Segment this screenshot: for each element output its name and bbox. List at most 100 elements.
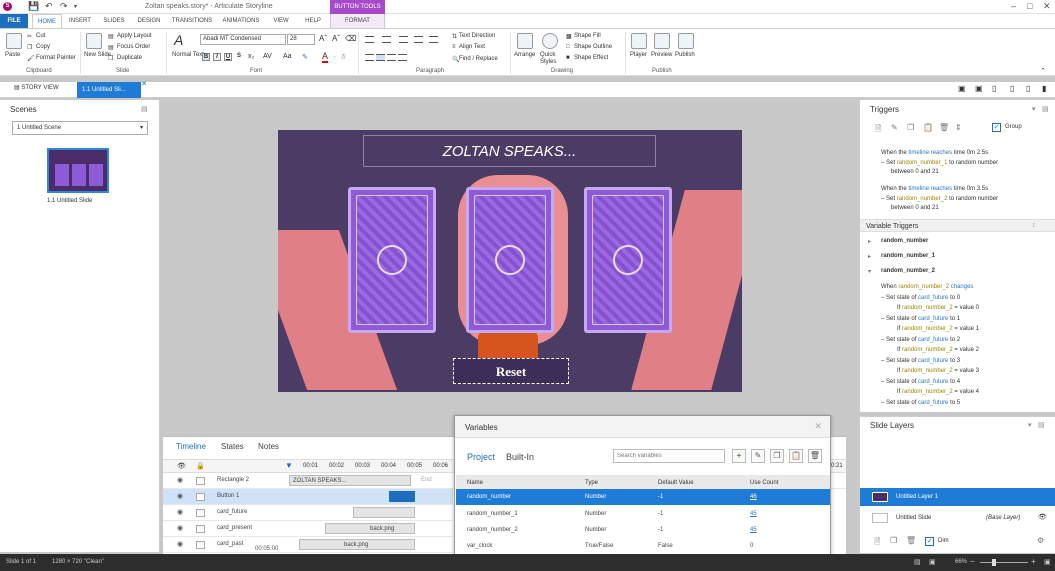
timeline-row[interactable]: ◉ card_future [163,505,453,521]
focus-order-button[interactable]: Focus Order [117,44,150,50]
font-family-select[interactable]: Abadi MT Condensed [200,34,286,45]
paste-trigger-icon[interactable]: 📋 [923,123,933,132]
new-trigger-icon[interactable]: 🗎 [875,123,881,137]
trigger-condition[interactable]: When the timeline reaches time 0m 2.5s [881,150,988,156]
apply-layout-button[interactable]: Apply Layout [117,33,152,39]
clear-format-icon[interactable]: ⌫ [345,34,356,43]
preview-icon[interactable] [654,33,670,49]
arrange-icon[interactable] [517,33,533,49]
group-checkbox[interactable]: ✓ [992,123,1001,132]
tablet-icon[interactable]: ▯ [992,84,996,93]
decrease-indent-icon[interactable] [399,36,408,43]
eye-icon[interactable]: ◉ [177,524,183,532]
zoom-in-icon[interactable]: + [1031,557,1036,566]
tab-format[interactable]: FORMAT [330,14,385,28]
tab-story-view[interactable]: ▤ STORY VIEW [14,84,59,91]
tab-notes[interactable]: Notes [258,442,279,451]
layer-row[interactable]: Untitled Slide (Base Layer) 👁 [860,509,1055,527]
card-past[interactable] [348,187,436,333]
lock-checkbox[interactable] [196,541,205,549]
state-trigger-action[interactable]: – Set state of card_future to 0 [881,295,960,301]
font-color-icon[interactable]: A [322,51,329,63]
format-painter-button[interactable]: Format Painter [36,55,76,61]
search-variables-input[interactable] [613,449,725,463]
use-count-link[interactable]: 45 [750,522,757,538]
preview-button[interactable]: Preview [651,52,672,58]
shrink-font-icon[interactable]: Aˇ [332,34,340,43]
view-icon[interactable]: ▤ [914,558,921,566]
copy-button[interactable]: Copy [36,44,50,50]
quick-styles-button[interactable]: Quick Styles [540,52,562,66]
paste-variable-icon[interactable]: 📋 [789,449,803,463]
tab-help[interactable]: HELP [300,14,326,28]
layout-alt-icon[interactable]: ▣ [975,84,983,93]
player-button[interactable]: Player [630,52,647,58]
player-icon[interactable] [631,33,647,49]
layout-icon[interactable]: ▣ [958,84,966,93]
tab-states[interactable]: States [221,442,244,451]
trigger-condition[interactable]: When the timeline reaches time 0m 3.5s [881,186,988,192]
chevron-down-icon[interactable]: ▾ [868,268,871,275]
strikethrough-icon[interactable]: S [235,53,243,61]
new-layer-icon[interactable]: 🗎 [874,536,880,550]
chevron-right-icon[interactable]: ▸ [868,238,871,245]
lock-checkbox[interactable] [196,525,205,533]
slide-title[interactable]: ZOLTAN SPEAKS... [363,135,656,167]
phone-portrait-icon[interactable]: ▮ [1042,84,1046,93]
paste-icon[interactable] [6,33,22,49]
undock-icon[interactable]: ▤ [1042,105,1049,113]
eye-icon[interactable]: ◉ [177,492,183,500]
state-trigger-action[interactable]: – Set state of card_future to 5 [881,400,960,406]
reset-button[interactable]: Reset [453,358,569,384]
timeline-row[interactable]: ◉ Button 1 [163,489,453,505]
zoom-out-icon[interactable]: − [970,557,975,566]
card-present[interactable] [466,187,554,333]
tab-built-in[interactable]: Built-In [506,452,534,462]
underline-button[interactable]: U [224,53,232,61]
trigger-action[interactable]: – Set random_number_2 to random number [881,196,998,202]
increase-indent-icon[interactable] [414,36,423,43]
tab-slide[interactable]: 1.1 Untitled Sli... ✕ [77,81,147,98]
timeline-bar[interactable]: back.png [325,523,415,534]
variable-trigger-name[interactable]: random_number_1 [881,253,935,259]
publish-icon[interactable] [678,33,694,49]
tab-file[interactable]: FILE [0,14,28,28]
slide-thumbnail[interactable] [47,148,109,193]
minimize-icon[interactable]: – [1011,1,1016,11]
collapse-icon[interactable]: ↕ [1032,222,1036,229]
tab-timeline[interactable]: Timeline [176,442,206,451]
timeline-bar[interactable]: ZOLTAN SPEAKS... [289,475,411,486]
undock-icon[interactable]: ▤ [1038,421,1045,429]
bullets-icon[interactable] [365,36,374,43]
close-icon[interactable]: ✕ [1043,1,1051,12]
tab-project[interactable]: Project [467,452,495,462]
edit-trigger-icon[interactable]: ✎ [891,123,898,132]
tab-slides[interactable]: SLIDES [100,14,128,28]
font-size-select[interactable]: 28 [287,34,315,45]
state-trigger-action[interactable]: – Set state of card_future to 4 [881,379,960,385]
effects-icon[interactable]: ☃ [340,53,346,61]
chevron-down-icon[interactable]: ▾ [1028,421,1032,429]
duplicate-button[interactable]: Duplicate [117,55,142,61]
eye-icon[interactable]: ◉ [177,540,183,548]
lock-checkbox[interactable] [196,477,205,485]
scene-select[interactable]: 1 Untitled Scene ▾ [12,121,148,135]
copy-trigger-icon[interactable]: ❐ [907,123,914,132]
chevron-right-icon[interactable]: ▸ [868,253,871,260]
eye-icon[interactable]: 👁 [1038,509,1047,527]
grow-font-icon[interactable]: Aˆ [319,34,327,43]
redo-icon[interactable]: ↷ [60,1,68,12]
card-future[interactable] [584,187,672,333]
delete-variable-icon[interactable]: 🗑 [808,449,822,463]
duplicate-layer-icon[interactable]: ❐ [890,536,897,545]
text-direction-button[interactable]: Text Direction [459,33,495,39]
highlight-icon[interactable]: ✎ [302,53,308,61]
state-trigger-action[interactable]: – Set state of card_future to 1 [881,316,960,322]
move-trigger-icon[interactable]: ⇕ [955,123,962,132]
state-trigger-action[interactable]: – Set state of card_future to 2 [881,337,960,343]
tab-home[interactable]: HOME [32,14,62,29]
copy-variable-icon[interactable]: ❐ [770,449,784,463]
timeline-bar[interactable]: back.png [299,539,415,550]
timeline-row[interactable]: ◉ card_past back.png [163,537,453,553]
line-spacing-icon[interactable] [429,36,438,43]
